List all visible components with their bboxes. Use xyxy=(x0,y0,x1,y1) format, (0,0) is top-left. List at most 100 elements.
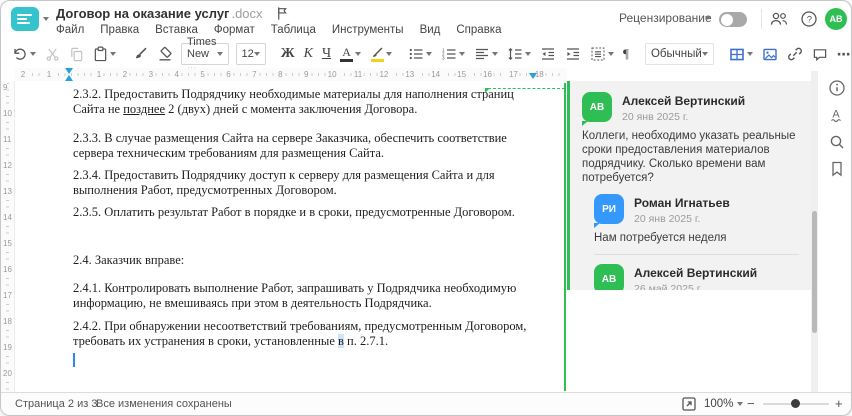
menu-Правка[interactable]: Правка xyxy=(100,24,139,36)
insert-image-button[interactable] xyxy=(761,42,779,66)
flag-icon[interactable] xyxy=(275,6,290,21)
app-logo-icon[interactable] xyxy=(11,7,39,31)
line-spacing-button[interactable] xyxy=(506,42,532,66)
document-title: Договор на оказание услуг xyxy=(56,5,230,21)
more-button[interactable]: ⋯ xyxy=(836,42,851,66)
underline-button[interactable]: Ч xyxy=(321,42,332,66)
highlight-color-button[interactable] xyxy=(369,42,393,66)
fit-width-icon[interactable] xyxy=(681,396,697,412)
menu-Инструменты[interactable]: Инструменты xyxy=(332,24,404,36)
paragraph[interactable]: 2.3.5. Оплатить результат Работ в порядк… xyxy=(73,205,541,220)
paragraph[interactable]: 2.3.4. Предоставить Подрядчику доступ к … xyxy=(73,168,541,198)
font-size-select[interactable]: 12 xyxy=(235,43,266,65)
ruler-number: 18 xyxy=(3,317,12,326)
numbered-list-button[interactable]: 123 xyxy=(440,42,466,66)
link-icon xyxy=(787,46,803,62)
bullet-list-caret-icon[interactable] xyxy=(426,52,433,56)
info-icon[interactable] xyxy=(828,79,846,97)
line-spacing-caret-icon[interactable] xyxy=(525,52,532,56)
italic-label: К xyxy=(303,46,313,61)
zoom-caret-icon[interactable] xyxy=(737,402,743,406)
paragraph-settings-caret-icon[interactable] xyxy=(608,52,615,56)
comment-author: Алексей Вертинский xyxy=(634,266,758,280)
ruler-number: 12 xyxy=(377,69,391,80)
highlight-caret-icon[interactable] xyxy=(386,52,393,56)
menu-Вид[interactable]: Вид xyxy=(420,24,441,36)
comment-card[interactable]: АВ Алексей Вертинский 20 янв 2025 г. xyxy=(582,92,799,126)
font-color-button[interactable]: А xyxy=(339,42,362,66)
comment-card[interactable]: РИ Роман Игнатьев 20 янв 2025 г. xyxy=(594,194,799,228)
user-avatar[interactable]: АВ xyxy=(825,8,847,30)
comment-avatar: АВ xyxy=(594,264,624,290)
menu-Таблица[interactable]: Таблица xyxy=(271,24,316,36)
cut-button[interactable] xyxy=(44,42,61,66)
table-caret-icon[interactable] xyxy=(746,52,753,56)
menu-Справка[interactable]: Справка xyxy=(456,24,501,36)
collaboration-users-icon[interactable] xyxy=(769,10,789,28)
paragraph[interactable]: 2.4.2. При обнаружении несоответствий тр… xyxy=(73,319,541,349)
font-color-caret-icon[interactable] xyxy=(355,52,362,56)
ruler-number: 9 xyxy=(301,69,311,80)
paragraph[interactable]: 2.4. Заказчик вправе: xyxy=(73,253,541,268)
paste-button[interactable] xyxy=(92,42,117,66)
zoom-value[interactable]: 100% xyxy=(704,393,733,415)
review-toggle[interactable] xyxy=(719,12,747,27)
spellcheck-icon[interactable]: А xyxy=(828,106,846,124)
copy-style-button[interactable] xyxy=(131,42,149,66)
copy-button[interactable] xyxy=(68,42,85,66)
bookmark-icon[interactable] xyxy=(828,160,846,178)
bullet-list-button[interactable] xyxy=(407,42,433,66)
horizontal-ruler: 2 1 1 2 3 4 5 6 7 8 9 10 11 12 13 14 15 16 17 18 xyxy=(15,68,567,81)
insert-link-button[interactable] xyxy=(786,42,804,66)
insert-table-button[interactable] xyxy=(728,42,754,66)
review-caret-icon[interactable] xyxy=(705,16,711,20)
font-name-select[interactable]: Times New ... xyxy=(181,36,229,72)
undo-caret-icon[interactable] xyxy=(30,52,36,56)
paste-caret-icon[interactable] xyxy=(110,52,116,56)
zoom-slider-knob[interactable] xyxy=(791,399,800,408)
app-window: Договор на оказание услуг .docx Файл Прав… xyxy=(0,0,852,416)
right-sidebar: А xyxy=(821,79,851,178)
text-segment: позднее xyxy=(123,102,166,116)
comment-card[interactable]: АВ Алексей Вертинский 26 май 2025 г. xyxy=(594,264,799,290)
decrease-indent-button[interactable] xyxy=(539,42,557,66)
ruler-number: 5 xyxy=(198,69,207,80)
menu-Файл[interactable]: Файл xyxy=(56,24,84,36)
zoom-out-button[interactable]: − xyxy=(747,393,755,415)
bold-button[interactable]: Ж xyxy=(280,42,296,66)
page-indicator[interactable]: Страница 2 из 3 xyxy=(15,393,97,415)
svg-text:?: ? xyxy=(807,14,812,25)
comment-avatar: РИ xyxy=(594,194,624,228)
paragraph[interactable]: 2.3.3. В случае размещения Сайта на серв… xyxy=(73,131,541,161)
increase-indent-button[interactable] xyxy=(564,42,582,66)
align-caret-icon[interactable] xyxy=(492,52,499,56)
svg-text:3: 3 xyxy=(442,56,445,61)
paragraph-style-select[interactable]: Обычный xyxy=(644,43,714,65)
comment-thread[interactable]: АВ Алексей Вертинский 20 янв 2025 г. Коллег… xyxy=(567,81,811,290)
numbered-list-caret-icon[interactable] xyxy=(459,52,466,56)
paragraph-settings-button[interactable] xyxy=(589,42,615,66)
paragraph[interactable]: 2.3.2. Предоставить Подрядчику необходим… xyxy=(73,87,541,117)
menu-Вставка[interactable]: Вставка xyxy=(155,24,198,36)
paragraph[interactable]: 2.4.1. Контролировать выполнение Работ, … xyxy=(73,281,541,311)
help-icon[interactable]: ? xyxy=(800,10,820,28)
review-mode-label[interactable]: Рецензирование xyxy=(619,11,712,25)
zoom-in-button[interactable]: + xyxy=(835,393,843,415)
document-page[interactable]: 2.3.2. Предоставить Подрядчику необходим… xyxy=(15,81,567,394)
right-indent-marker[interactable] xyxy=(529,73,537,79)
add-comment-button[interactable] xyxy=(811,42,829,66)
clear-style-button[interactable] xyxy=(156,42,174,66)
align-button[interactable] xyxy=(473,42,499,66)
menu-Формат[interactable]: Формат xyxy=(214,24,255,36)
first-line-indent-marker[interactable] xyxy=(64,68,73,74)
scrollbar-thumb[interactable] xyxy=(812,211,817,333)
app-menu-caret-icon[interactable] xyxy=(43,17,49,21)
undo-button[interactable] xyxy=(11,42,37,66)
show-marks-button[interactable]: ¶ xyxy=(622,42,630,66)
bold-label: Ж xyxy=(280,46,295,61)
comment-author: Роман Игнатьев xyxy=(634,196,730,210)
text-cursor xyxy=(73,353,75,367)
italic-button[interactable]: К xyxy=(303,42,314,66)
text-segment: 2.4. Заказчик вправе: xyxy=(73,253,185,267)
search-icon[interactable] xyxy=(828,133,846,151)
